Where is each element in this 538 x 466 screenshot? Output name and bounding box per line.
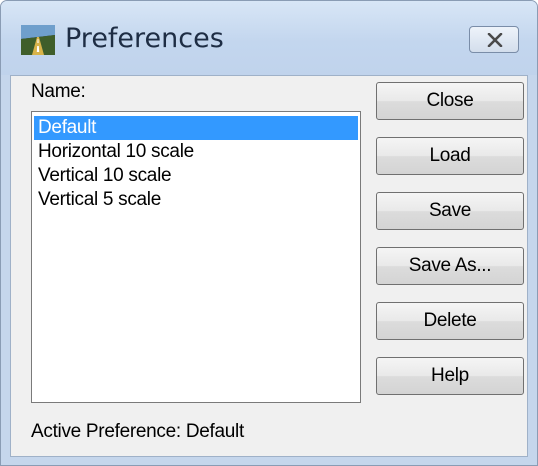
save-as-button[interactable]: Save As... (376, 247, 524, 285)
list-item-horizontal-10-scale[interactable]: Horizontal 10 scale (34, 140, 358, 164)
title-bar[interactable]: Preferences (1, 1, 537, 75)
close-button[interactable]: Close (376, 82, 524, 120)
road-preferences-icon (21, 25, 55, 55)
help-button[interactable]: Help (376, 357, 524, 395)
list-item-vertical-5-scale[interactable]: Vertical 5 scale (34, 188, 358, 212)
active-preference-status: Active Preference: Default (31, 421, 244, 442)
name-label: Name: (31, 81, 86, 102)
save-button[interactable]: Save (376, 192, 524, 230)
preferences-dialog: Preferences Name: Default Horizontal 10 … (0, 0, 538, 466)
dialog-body: Name: Default Horizontal 10 scale Vertic… (10, 75, 528, 457)
preferences-listbox[interactable]: Default Horizontal 10 scale Vertical 10 … (31, 111, 361, 403)
list-item-default[interactable]: Default (34, 116, 358, 140)
list-item-vertical-10-scale[interactable]: Vertical 10 scale (34, 164, 358, 188)
delete-button[interactable]: Delete (376, 302, 524, 340)
window-close-button[interactable] (469, 26, 519, 53)
window-title: Preferences (65, 23, 224, 54)
load-button[interactable]: Load (376, 137, 524, 175)
close-x-icon (487, 33, 503, 47)
